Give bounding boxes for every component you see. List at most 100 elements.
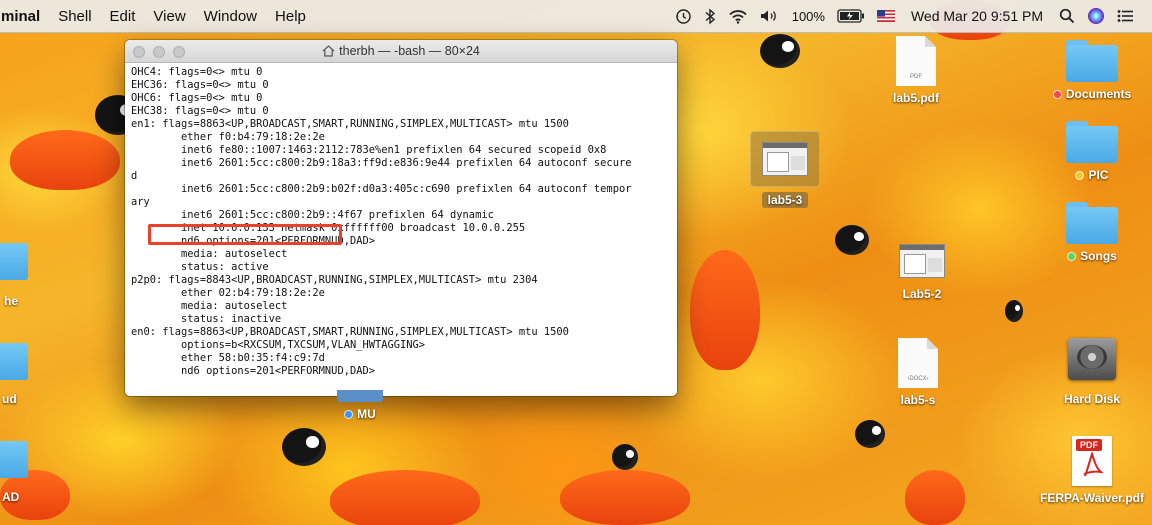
folder-icon (1066, 40, 1118, 82)
close-button[interactable] (133, 46, 145, 58)
duck-beak (690, 250, 760, 370)
battery-percent[interactable]: 100% (786, 0, 831, 32)
desktop-icon-label: Documents (1052, 87, 1131, 101)
menu-view[interactable]: View (144, 0, 194, 32)
screenshot-thumbnail-icon (899, 244, 945, 278)
selected-thumbnail (750, 131, 820, 187)
window-controls (133, 46, 185, 58)
time-machine-icon[interactable] (669, 0, 698, 32)
menu-app-name[interactable]: minal (0, 0, 49, 32)
duck-eye (835, 225, 869, 255)
menu-window[interactable]: Window (195, 0, 266, 32)
notification-center-icon[interactable] (1111, 0, 1140, 32)
document-type-label: PDF (910, 74, 922, 80)
desktop-icon-ferpa[interactable]: PDF FERPA-Waiver.pdf (1032, 436, 1152, 505)
blue-tag-icon (344, 409, 354, 419)
desktop-icon-label-text: MU (357, 407, 376, 421)
desktop-icon-label: lab5-s (900, 393, 936, 407)
battery-icon[interactable] (831, 0, 871, 32)
terminal-line: media: autoselect (131, 300, 288, 312)
desktop-icon-documents[interactable]: Documents (1042, 40, 1142, 101)
duck-eye (282, 428, 326, 466)
partial-icon-label: AD (2, 490, 20, 504)
duck-eye (1005, 300, 1023, 322)
terminal-line: ether 58:b0:35:f4:c9:7d (131, 352, 325, 364)
desktop-icon-label: Lab5-2 (902, 287, 942, 301)
partial-folder-icon[interactable] (0, 238, 28, 280)
desktop-icon-pic[interactable]: PIC (1042, 121, 1142, 182)
desktop-icon-label: lab5-3 (761, 192, 809, 208)
terminal-line: en1: flags=8863<UP,BROADCAST,SMART,RUNNI… (131, 118, 569, 130)
duck-beak (905, 470, 965, 525)
annotation-highlight-box (148, 224, 342, 245)
desktop-icon-songs[interactable]: Songs (1042, 202, 1142, 263)
terminal-window[interactable]: therbh — -bash — 80×24 OHC4: flags=0<> m… (125, 40, 677, 396)
terminal-line: media: autoselect (131, 248, 288, 260)
terminal-titlebar[interactable]: therbh — -bash — 80×24 (125, 40, 677, 63)
menu-left: minal Shell Edit View Window Help (0, 0, 315, 32)
volume-icon[interactable] (754, 0, 786, 32)
terminal-title-text: therbh — -bash — 80×24 (339, 44, 480, 58)
desktop-icon-lab5-s[interactable]: ‹DOCX› lab5-s (868, 338, 968, 407)
menu-shell[interactable]: Shell (49, 0, 100, 32)
terminal-line: en0: flags=8863<UP,BROADCAST,SMART,RUNNI… (131, 326, 569, 338)
home-icon (322, 45, 335, 57)
terminal-line: p2p0: flags=8843<UP,BROADCAST,RUNNING,SI… (131, 274, 538, 286)
spotlight-icon[interactable] (1053, 0, 1081, 32)
menu-edit[interactable]: Edit (101, 0, 145, 32)
desktop-icon-lab5-2[interactable]: Lab5-2 (872, 244, 972, 301)
zoom-button[interactable] (173, 46, 185, 58)
terminal-line: nd6 options=201<PERFORMNUD,DAD> (131, 365, 375, 377)
green-tag-icon (1067, 251, 1077, 261)
duck-eye (760, 34, 800, 68)
partial-folder-icon[interactable] (0, 338, 28, 380)
terminal-line: inet6 2601:5cc:c800:2b9:b02f:d0a3:405c:c… (131, 183, 632, 195)
duck-beak (10, 130, 120, 190)
terminal-line: options=b<RXCSUM,TXCSUM,VLAN_HWTAGGING> (131, 339, 426, 351)
desktop-icon-mu[interactable]: MU (310, 390, 410, 421)
desktop-icon-label-text: PIC (1088, 168, 1109, 182)
terminal-line: ary (131, 196, 150, 208)
desktop-icon-lab5-pdf[interactable]: PDF lab5.pdf (866, 36, 966, 105)
document-icon: PDF (896, 36, 936, 86)
terminal-line: ether 02:b4:79:18:2e:2e (131, 287, 325, 299)
document-icon: ‹DOCX› (898, 338, 938, 388)
red-tag-icon (1052, 89, 1062, 99)
terminal-line: status: inactive (131, 313, 282, 325)
duck-beak (560, 470, 690, 525)
menu-clock[interactable]: Wed Mar 20 9:51 PM (901, 8, 1053, 24)
desktop-icon-label: FERPA-Waiver.pdf (1039, 491, 1144, 505)
terminal-line: inet6 2601:5cc:c800:2b9:18a3:ff9d:e836:9… (131, 157, 632, 169)
menu-help[interactable]: Help (266, 0, 315, 32)
menu-extras: 100% Wed Mar 20 9:51 PM (669, 0, 1152, 32)
desktop-icon-label: PIC (1075, 168, 1109, 182)
partial-folder-icon[interactable] (0, 436, 28, 478)
document-type-label: ‹DOCX› (907, 376, 929, 382)
desktop-icon-hard-disk[interactable]: Hard Disk (1042, 338, 1142, 406)
terminal-line: d (131, 170, 138, 182)
duck-eye (612, 444, 638, 470)
terminal-line: inet6 2601:5cc:c800:2b9::4f67 prefixlen … (131, 209, 494, 221)
terminal-line: EHC36: flags=0<> mtu 0 (131, 79, 269, 91)
duck-eye (855, 420, 885, 448)
menu-bar: minal Shell Edit View Window Help 100% W… (0, 0, 1152, 33)
terminal-line: OHC6: flags=0<> mtu 0 (131, 92, 263, 104)
terminal-line: inet6 fe80::1007:1463:2112:783e%en1 pref… (131, 144, 607, 156)
desktop-icon-label: Hard Disk (1063, 392, 1121, 406)
partial-icon-label: ud (2, 392, 17, 406)
siri-icon[interactable] (1081, 0, 1111, 32)
mu-icon (337, 390, 383, 402)
terminal-line: ether f0:b4:79:18:2e:2e (131, 131, 325, 143)
folder-icon (1066, 121, 1118, 163)
partial-icon-label: he (4, 294, 19, 308)
us-flag-icon[interactable] (871, 0, 901, 32)
pdf-document-icon: PDF (1072, 436, 1112, 486)
desktop-icon-lab5-3[interactable]: lab5-3 (735, 131, 835, 208)
duck-beak (330, 470, 480, 525)
minimize-button[interactable] (153, 46, 165, 58)
terminal-line: EHC38: flags=0<> mtu 0 (131, 105, 269, 117)
wifi-icon[interactable] (722, 0, 754, 32)
desktop-icon-label: Songs (1067, 249, 1117, 263)
bluetooth-icon[interactable] (698, 0, 722, 32)
yellow-tag-icon (1075, 170, 1085, 180)
